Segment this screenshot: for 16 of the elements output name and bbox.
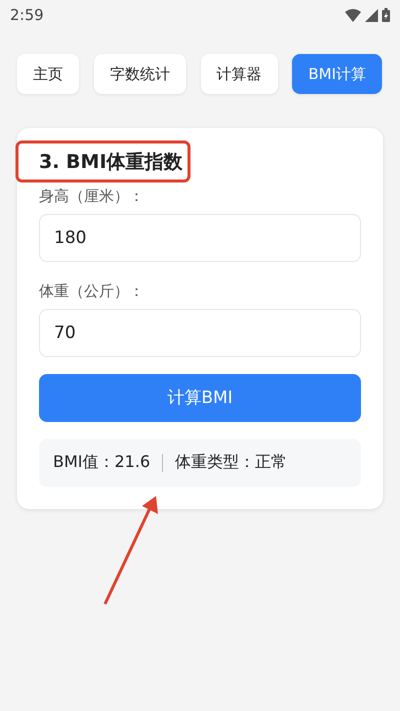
card-title: 3. BMI体重指数 bbox=[39, 152, 183, 173]
nav-tab[interactable]: 字数统计 bbox=[94, 54, 186, 94]
nav-tab[interactable]: BMI计算 bbox=[292, 54, 382, 94]
input-field[interactable]: 70 bbox=[39, 308, 361, 357]
wifi-icon bbox=[345, 8, 361, 22]
field-label: 身高（厘米）： bbox=[39, 186, 145, 206]
bmi-value: BMI值：21.6 bbox=[53, 452, 150, 474]
battery-icon bbox=[382, 8, 390, 22]
signal-icon bbox=[365, 8, 378, 22]
nav-tab[interactable]: 计算器 bbox=[200, 54, 278, 94]
weight-type: 体重类型：正常 bbox=[175, 452, 288, 474]
nav-tab[interactable]: 主页 bbox=[17, 54, 79, 94]
status-time: 2:59 bbox=[10, 6, 44, 24]
calculate-button[interactable]: 计算BMI bbox=[39, 374, 361, 422]
input-field[interactable]: 180 bbox=[39, 214, 361, 262]
field-label: 体重（公斤）： bbox=[39, 282, 145, 301]
